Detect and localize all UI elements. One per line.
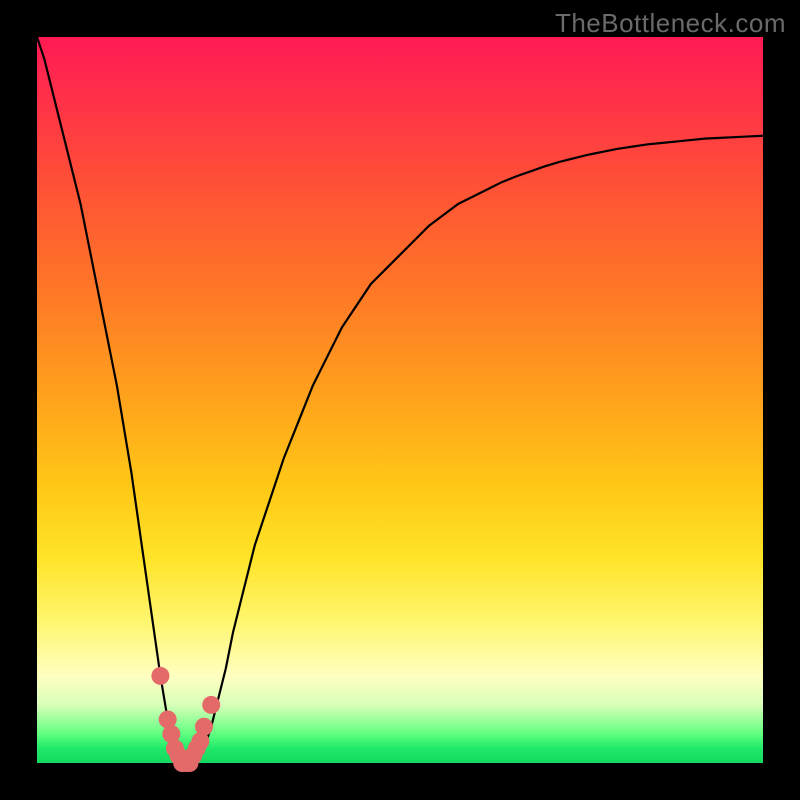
watermark-text: TheBottleneck.com <box>555 8 786 39</box>
marker-group <box>151 667 220 772</box>
curve-marker <box>202 696 220 714</box>
chart-svg <box>37 37 763 763</box>
bottleneck-curve <box>37 37 763 763</box>
chart-plot-area <box>37 37 763 763</box>
curve-marker <box>151 667 169 685</box>
curve-marker <box>195 718 213 736</box>
page-frame: TheBottleneck.com <box>0 0 800 800</box>
